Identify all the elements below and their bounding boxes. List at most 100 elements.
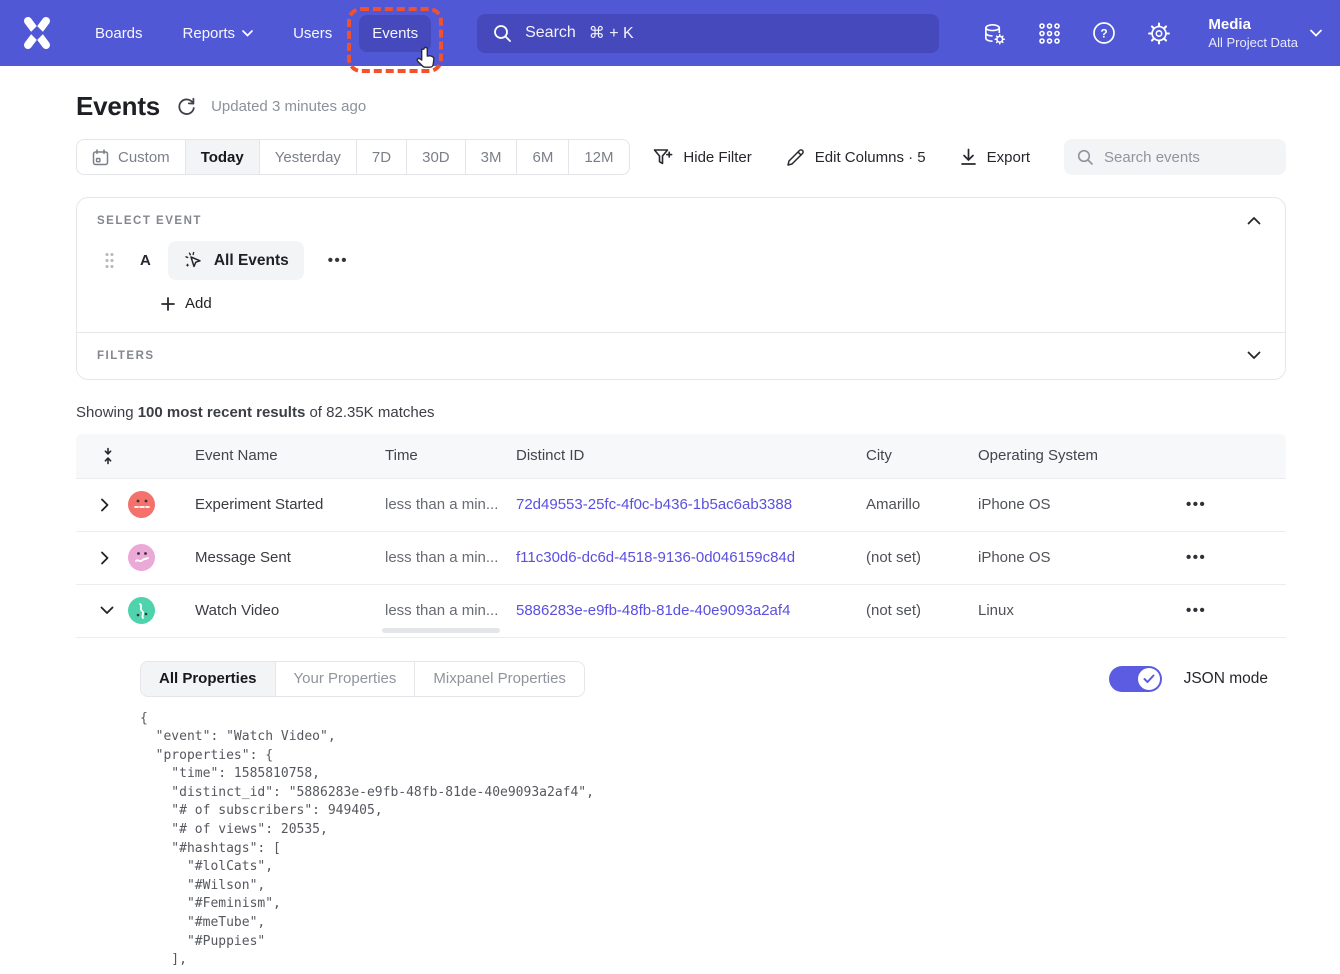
- filters-label: FILTERS: [97, 350, 155, 362]
- date-option-label: 30D: [422, 149, 450, 166]
- cell-city: (not set): [866, 549, 978, 566]
- expand-row-button[interactable]: [100, 498, 114, 512]
- date-option-label: 7D: [372, 149, 391, 166]
- expand-row-button[interactable]: [100, 551, 114, 565]
- row-more-button[interactable]: •••: [1138, 549, 1286, 566]
- cell-time: less than a min...: [385, 496, 516, 513]
- event-selector-button[interactable]: All Events: [168, 241, 304, 280]
- nav-item-events[interactable]: Events: [359, 15, 431, 52]
- plus-icon: [161, 297, 175, 311]
- tab-your-properties[interactable]: Your Properties: [276, 662, 416, 696]
- cell-os: Linux: [978, 602, 1138, 619]
- event-row-more-button[interactable]: •••: [322, 248, 354, 273]
- nav-item-label: Events: [372, 25, 418, 42]
- settings-button[interactable]: [1147, 21, 1171, 45]
- drag-handle-icon[interactable]: [105, 252, 114, 269]
- date-option-12m[interactable]: 12M: [569, 140, 628, 174]
- column-header-city[interactable]: City: [866, 447, 978, 464]
- cell-os: iPhone OS: [978, 496, 1138, 513]
- date-option-3m[interactable]: 3M: [466, 140, 518, 174]
- hide-filter-button[interactable]: Hide Filter: [653, 148, 751, 167]
- date-range-control: Custom Today Yesterday 7D 30D 3M 6M 12M: [76, 139, 630, 175]
- cell-distinct-id-link[interactable]: 72d49553-25fc-4f0c-b436-1b5ac6ab3388: [516, 496, 866, 513]
- properties-tabs: All Properties Your Properties Mixpanel …: [140, 661, 585, 697]
- date-option-today[interactable]: Today: [186, 140, 260, 174]
- date-option-label: Custom: [118, 149, 170, 166]
- database-gear-icon: [982, 21, 1006, 46]
- search-icon: [493, 24, 512, 43]
- collapse-row-button[interactable]: [100, 606, 114, 615]
- table-toolbar: Hide Filter Edit Columns · 5 Export: [653, 139, 1286, 175]
- tab-mixpanel-properties[interactable]: Mixpanel Properties: [415, 662, 584, 696]
- tab-label: Mixpanel Properties: [433, 670, 566, 687]
- top-nav: Boards Reports Users Events Search ⌘ + K: [0, 0, 1340, 66]
- date-option-6m[interactable]: 6M: [517, 140, 569, 174]
- avatar-face-icon: [132, 548, 152, 568]
- cell-os: iPhone OS: [978, 549, 1138, 566]
- json-mode-toggle[interactable]: [1109, 666, 1162, 692]
- tab-label: Your Properties: [294, 670, 397, 687]
- date-option-label: 3M: [481, 149, 502, 166]
- tab-all-properties[interactable]: All Properties: [141, 662, 276, 696]
- apps-grid-icon: [1038, 22, 1061, 45]
- expand-filters-button[interactable]: [1243, 349, 1265, 362]
- mixpanel-logo[interactable]: [10, 13, 64, 53]
- chevron-down-icon: [1247, 351, 1261, 360]
- add-event-label: Add: [185, 295, 212, 312]
- cell-distinct-id-link[interactable]: f11c30d6-dc6d-4518-9136-0d046159c84d: [516, 549, 866, 566]
- date-option-label: Today: [201, 149, 244, 166]
- add-event-button[interactable]: Add: [161, 295, 212, 312]
- apps-grid-button[interactable]: [1037, 21, 1061, 45]
- date-option-custom[interactable]: Custom: [77, 140, 186, 174]
- export-button[interactable]: Export: [960, 148, 1030, 166]
- column-header-time[interactable]: Time: [385, 447, 516, 464]
- nav-item-boards[interactable]: Boards: [82, 15, 156, 52]
- chevron-right-icon: [100, 551, 109, 565]
- column-header-os[interactable]: Operating System: [978, 447, 1138, 464]
- nav-item-reports[interactable]: Reports: [170, 15, 267, 52]
- nav-menu: Boards Reports Users Events: [82, 15, 431, 52]
- horizontal-scrollbar-thumb[interactable]: [382, 628, 500, 633]
- pencil-icon: [786, 148, 805, 167]
- row-more-button[interactable]: •••: [1138, 602, 1286, 619]
- edit-columns-button[interactable]: Edit Columns · 5: [786, 148, 926, 167]
- project-switcher[interactable]: Media All Project Data: [1208, 15, 1322, 51]
- date-option-label: Yesterday: [275, 149, 341, 166]
- row-more-button[interactable]: •••: [1138, 496, 1286, 513]
- table-row: Experiment Started less than a min... 72…: [76, 479, 1286, 532]
- date-option-30d[interactable]: 30D: [407, 140, 466, 174]
- column-header-distinct-id[interactable]: Distinct ID: [516, 447, 866, 464]
- collapse-select-event-button[interactable]: [1243, 214, 1265, 227]
- tab-label: All Properties: [159, 670, 257, 687]
- global-search-input[interactable]: Search ⌘ + K: [477, 14, 939, 53]
- filter-funnel-icon: [653, 148, 673, 167]
- date-option-7d[interactable]: 7D: [357, 140, 407, 174]
- avatar-face-icon: [132, 601, 152, 621]
- event-json-content: { "event": "Watch Video", "properties": …: [140, 710, 1286, 970]
- data-management-button[interactable]: [982, 21, 1006, 45]
- event-query-row: A All Events •••: [97, 241, 1265, 280]
- mouse-cursor-icon: [413, 46, 439, 74]
- cell-distinct-id-link[interactable]: 5886283e-e9fb-48fb-81de-40e9093a2af4: [516, 602, 866, 619]
- sort-column-button[interactable]: [100, 447, 116, 465]
- event-avatar: [128, 597, 155, 624]
- nav-item-users[interactable]: Users: [280, 15, 345, 52]
- help-icon: ?: [1092, 21, 1116, 45]
- search-events-input[interactable]: Search events: [1064, 139, 1286, 175]
- cell-event-name: Watch Video: [195, 602, 385, 619]
- sort-arrows-icon: [100, 447, 116, 465]
- date-option-yesterday[interactable]: Yesterday: [260, 140, 357, 174]
- results-summary: Showing 100 most recent results of 82.35…: [76, 404, 1286, 421]
- cell-event-name: Experiment Started: [195, 496, 385, 513]
- event-row-letter: A: [140, 252, 151, 269]
- column-header-event-name[interactable]: Event Name: [195, 447, 385, 464]
- download-icon: [960, 148, 977, 166]
- chevron-right-icon: [100, 498, 109, 512]
- help-button[interactable]: ?: [1092, 21, 1116, 45]
- refresh-button[interactable]: [177, 97, 196, 116]
- export-label: Export: [987, 149, 1030, 166]
- select-event-label: SELECT EVENT: [97, 215, 202, 227]
- selected-event-name: All Events: [214, 252, 289, 270]
- last-updated-text: Updated 3 minutes ago: [211, 98, 366, 115]
- event-detail-panel: All Properties Your Properties Mixpanel …: [76, 661, 1286, 970]
